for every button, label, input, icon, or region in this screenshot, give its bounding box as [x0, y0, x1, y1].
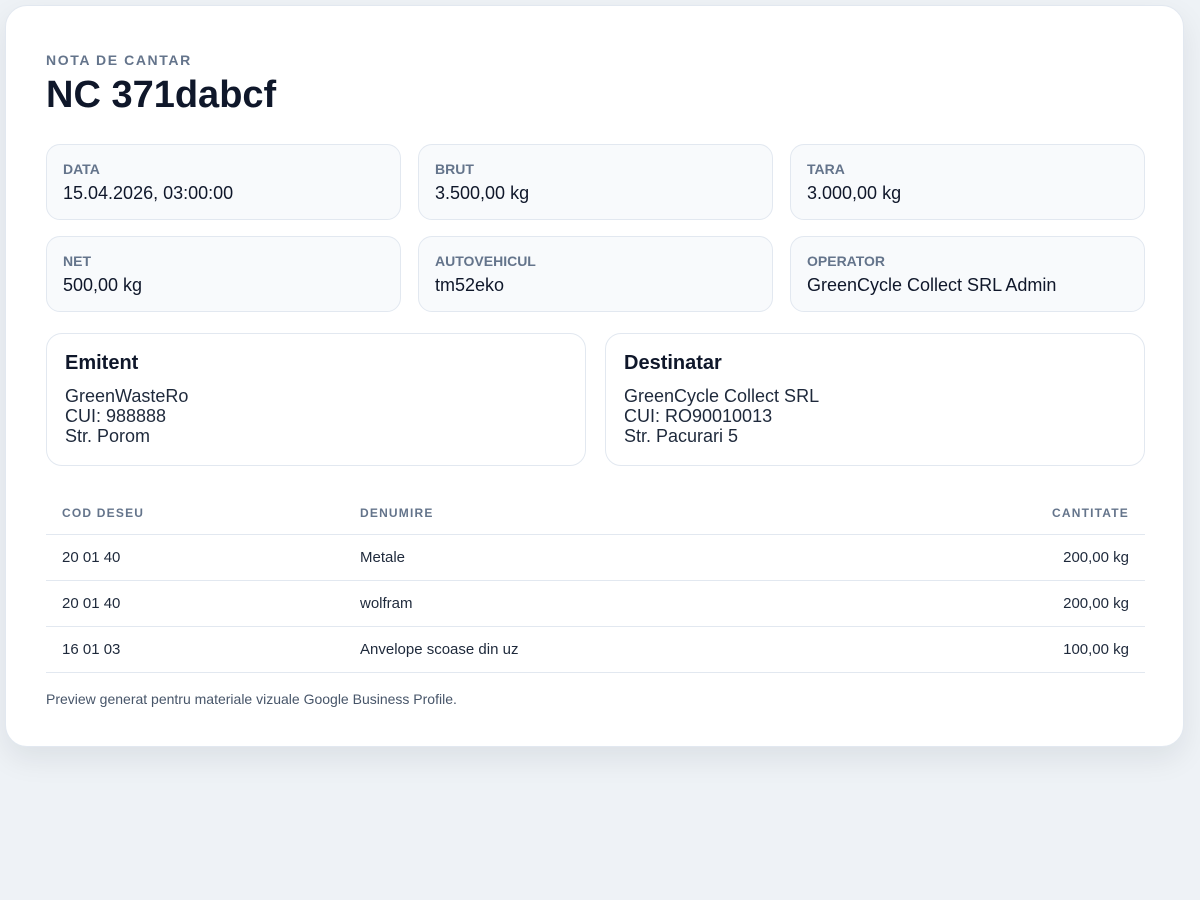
cell-name: Anvelope scoase din uz: [344, 626, 854, 673]
info-box-net: NET 500,00 kg: [46, 236, 401, 312]
table-row: 20 01 40 wolfram 200,00 kg: [46, 580, 1145, 627]
cell-waste-code: 16 01 03: [46, 626, 344, 673]
weighing-note-card: NOTA DE CANTAR NC 371dabcf DATA 15.04.20…: [5, 5, 1184, 747]
cell-name: wolfram: [344, 580, 854, 627]
issuer-address: Str. Porom: [65, 426, 151, 446]
table-body: 20 01 40 Metale 200,00 kg 20 01 40 wolfr…: [46, 534, 1145, 673]
recipient-address: Str. Pacurari 5: [624, 426, 739, 446]
table-header-row: COD DESEU DENUMIRE CANTITATE: [46, 492, 1145, 535]
document-type-label: NOTA DE CANTAR: [46, 52, 192, 68]
recipient-cui: CUI: RO90010013: [624, 406, 773, 426]
recipient-card: Destinatar GreenCycle Collect SRL CUI: R…: [605, 333, 1145, 466]
info-value: tm52eko: [435, 275, 505, 295]
info-label: DATA: [63, 161, 100, 177]
waste-items-table: COD DESEU DENUMIRE CANTITATE 20 01 40 Me…: [46, 492, 1145, 673]
recipient-name: GreenCycle Collect SRL: [624, 386, 820, 406]
issuer-name: GreenWasteRo: [65, 386, 189, 406]
page-title: NC 371dabcf: [46, 74, 277, 116]
header-quantity: CANTITATE: [853, 492, 1145, 535]
parties-grid: Emitent GreenWasteRo CUI: 988888 Str. Po…: [46, 333, 1145, 466]
issuer-card: Emitent GreenWasteRo CUI: 988888 Str. Po…: [46, 333, 586, 466]
info-box-tare: TARA 3.000,00 kg: [790, 144, 1145, 220]
info-value: 500,00 kg: [63, 275, 143, 295]
cell-quantity: 200,00 kg: [853, 534, 1145, 581]
info-box-date: DATA 15.04.2026, 03:00:00: [46, 144, 401, 220]
info-value: 3.500,00 kg: [435, 183, 530, 203]
header-name: DENUMIRE: [344, 492, 854, 535]
issuer-title: Emitent: [65, 352, 139, 374]
info-label: OPERATOR: [807, 253, 886, 269]
info-box-vehicle: AUTOVEHICUL tm52eko: [418, 236, 773, 312]
table-row: 20 01 40 Metale 200,00 kg: [46, 534, 1145, 581]
info-box-operator: OPERATOR GreenCycle Collect SRL Admin: [790, 236, 1145, 312]
table-row: 16 01 03 Anvelope scoase din uz 100,00 k…: [46, 626, 1145, 673]
info-value: 15.04.2026, 03:00:00: [63, 183, 234, 203]
footer-note: Preview generat pentru materiale vizuale…: [46, 691, 457, 707]
info-label: AUTOVEHICUL: [435, 253, 536, 269]
summary-grid: DATA 15.04.2026, 03:00:00 BRUT 3.500,00 …: [46, 144, 1145, 312]
table-head: COD DESEU DENUMIRE CANTITATE: [46, 492, 1145, 535]
info-value: GreenCycle Collect SRL Admin: [807, 275, 1057, 295]
header-waste-code: COD DESEU: [46, 492, 344, 535]
info-label: NET: [63, 253, 91, 269]
info-label: TARA: [807, 161, 845, 177]
cell-name: Metale: [344, 534, 854, 581]
info-box-gross: BRUT 3.500,00 kg: [418, 144, 773, 220]
cell-waste-code: 20 01 40: [46, 534, 344, 581]
info-label: BRUT: [435, 161, 474, 177]
recipient-title: Destinatar: [624, 352, 722, 374]
cell-quantity: 200,00 kg: [853, 580, 1145, 627]
issuer-cui: CUI: 988888: [65, 406, 167, 426]
info-value: 3.000,00 kg: [807, 183, 902, 203]
cell-waste-code: 20 01 40: [46, 580, 344, 627]
cell-quantity: 100,00 kg: [853, 626, 1145, 673]
